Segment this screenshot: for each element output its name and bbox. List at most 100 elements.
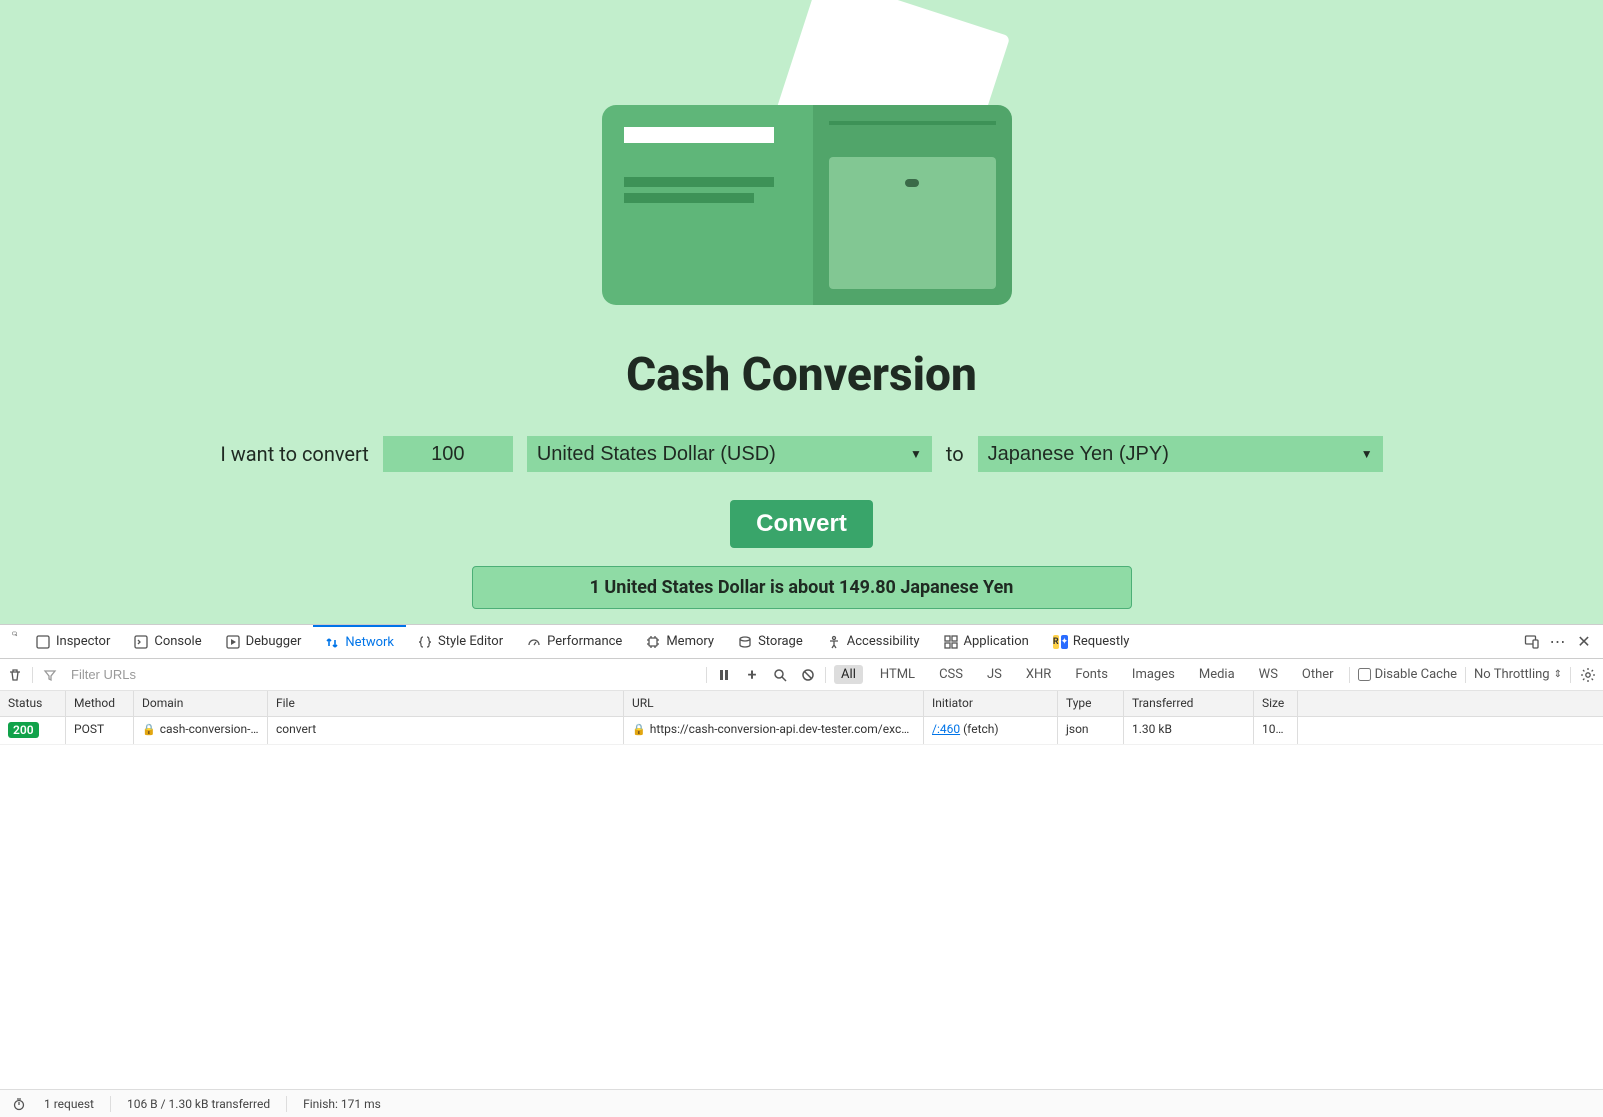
filter-actions: +: [715, 666, 817, 684]
divider: [825, 667, 826, 683]
cell-url: 🔒https://cash-conversion-api.dev-tester.…: [624, 717, 924, 744]
requestly-icon: R ✦: [1053, 635, 1067, 649]
filter-urls-input[interactable]: [67, 663, 547, 687]
devtools-status-bar: 1 request 106 B / 1.30 kB transferred Fi…: [0, 1089, 1603, 1117]
throttling-label: No Throttling: [1474, 667, 1550, 682]
conversion-form: I want to convert United States Dollar (…: [220, 436, 1382, 472]
tab-memory[interactable]: Memory: [634, 625, 726, 658]
filter-other[interactable]: Other: [1295, 665, 1341, 684]
close-icon[interactable]: ✕: [1575, 633, 1593, 651]
wallet-snap: [905, 179, 919, 187]
col-type[interactable]: Type: [1058, 691, 1124, 716]
col-domain[interactable]: Domain: [134, 691, 268, 716]
inspector-icon: [36, 635, 50, 649]
cell-type: json: [1058, 717, 1124, 744]
filter-fonts[interactable]: Fonts: [1068, 665, 1115, 684]
memory-icon: [646, 635, 660, 649]
col-method[interactable]: Method: [66, 691, 134, 716]
wallet-right: [813, 105, 1012, 305]
filter-all[interactable]: All: [834, 665, 863, 684]
tab-label: Network: [345, 635, 394, 650]
wallet-pocket: [829, 157, 996, 289]
col-file[interactable]: File: [268, 691, 624, 716]
divider: [32, 667, 33, 683]
filter-css[interactable]: CSS: [932, 665, 970, 684]
tab-label: Memory: [666, 634, 714, 649]
tab-storage[interactable]: Storage: [726, 625, 815, 658]
tab-console[interactable]: Console: [122, 625, 213, 658]
tab-network[interactable]: Network: [313, 625, 406, 658]
responsive-mode-icon[interactable]: [1523, 633, 1541, 651]
network-columns-header: Status Method Domain File URL Initiator …: [0, 691, 1603, 717]
divider: [286, 1096, 287, 1112]
tab-label: Inspector: [56, 634, 110, 649]
cell-status: 200: [0, 717, 66, 744]
col-status[interactable]: Status: [0, 691, 66, 716]
application-icon: [944, 635, 958, 649]
wallet-body: [602, 105, 1012, 305]
cell-waterfall: [1298, 717, 1603, 744]
tab-label: Style Editor: [438, 634, 503, 649]
filter-media[interactable]: Media: [1192, 665, 1242, 684]
search-icon[interactable]: [771, 666, 789, 684]
divider: [706, 667, 707, 683]
convert-label: I want to convert: [220, 442, 368, 466]
throttling-select[interactable]: No Throttling ⇕: [1474, 667, 1562, 682]
divider: [1349, 667, 1350, 683]
tab-accessibility[interactable]: Accessibility: [815, 625, 932, 658]
gear-icon[interactable]: [1579, 666, 1597, 684]
style-editor-icon: [418, 635, 432, 649]
amount-input[interactable]: [383, 436, 513, 472]
col-initiator[interactable]: Initiator: [924, 691, 1058, 716]
page-title: Cash Conversion: [626, 348, 977, 402]
pause-icon[interactable]: [715, 666, 733, 684]
tab-label: Debugger: [246, 634, 302, 649]
disable-cache-input[interactable]: [1358, 668, 1371, 681]
wallet-left: [602, 105, 813, 305]
wallet-stripe: [624, 193, 754, 203]
tab-requestly[interactable]: R ✦ Requestly: [1041, 625, 1142, 658]
stopwatch-icon[interactable]: [10, 1095, 28, 1113]
filter-ws[interactable]: WS: [1252, 665, 1285, 684]
to-label: to: [946, 442, 964, 466]
col-transferred[interactable]: Transferred: [1124, 691, 1254, 716]
devtools: Inspector Console Debugger Network Style…: [0, 624, 1603, 1117]
filter-types: All HTML CSS JS XHR Fonts Images Media W…: [834, 665, 1341, 684]
trash-icon[interactable]: [6, 666, 24, 684]
cell-method: POST: [66, 717, 134, 744]
status-requests: 1 request: [44, 1097, 94, 1111]
network-body: 200 POST 🔒cash-conversion-a… convert 🔒ht…: [0, 717, 1603, 1089]
more-icon[interactable]: ⋯: [1549, 633, 1567, 651]
col-size[interactable]: Size: [1254, 691, 1298, 716]
chevron-updown-icon: ⇕: [1554, 669, 1562, 680]
from-currency-select[interactable]: United States Dollar (USD): [527, 436, 932, 472]
disable-cache-label: Disable Cache: [1375, 667, 1457, 682]
plus-icon[interactable]: +: [743, 666, 761, 684]
convert-button[interactable]: Convert: [730, 500, 873, 548]
filter-js[interactable]: JS: [980, 665, 1009, 684]
disable-cache-checkbox[interactable]: Disable Cache: [1358, 667, 1457, 682]
tab-style-editor[interactable]: Style Editor: [406, 625, 515, 658]
divider: [1570, 667, 1571, 683]
initiator-link[interactable]: /:460: [932, 722, 960, 736]
app-main: Cash Conversion I want to convert United…: [0, 0, 1603, 624]
col-url[interactable]: URL: [624, 691, 924, 716]
performance-icon: [527, 635, 541, 649]
result-banner: 1 United States Dollar is about 149.80 J…: [472, 566, 1132, 609]
tab-application[interactable]: Application: [932, 625, 1041, 658]
filter-xhr[interactable]: XHR: [1019, 665, 1058, 684]
col-waterfall[interactable]: [1298, 691, 1603, 716]
pick-element-icon[interactable]: [6, 625, 24, 643]
tab-debugger[interactable]: Debugger: [214, 625, 314, 658]
debugger-icon: [226, 635, 240, 649]
filter-html[interactable]: HTML: [873, 665, 922, 684]
filter-icon[interactable]: [41, 666, 59, 684]
to-currency-select[interactable]: Japanese Yen (JPY): [978, 436, 1383, 472]
block-icon[interactable]: [799, 666, 817, 684]
divider: [1465, 667, 1466, 683]
network-icon: [325, 636, 339, 650]
filter-images[interactable]: Images: [1125, 665, 1182, 684]
tab-performance[interactable]: Performance: [515, 625, 634, 658]
tab-inspector[interactable]: Inspector: [24, 625, 122, 658]
network-row[interactable]: 200 POST 🔒cash-conversion-a… convert 🔒ht…: [0, 717, 1603, 745]
